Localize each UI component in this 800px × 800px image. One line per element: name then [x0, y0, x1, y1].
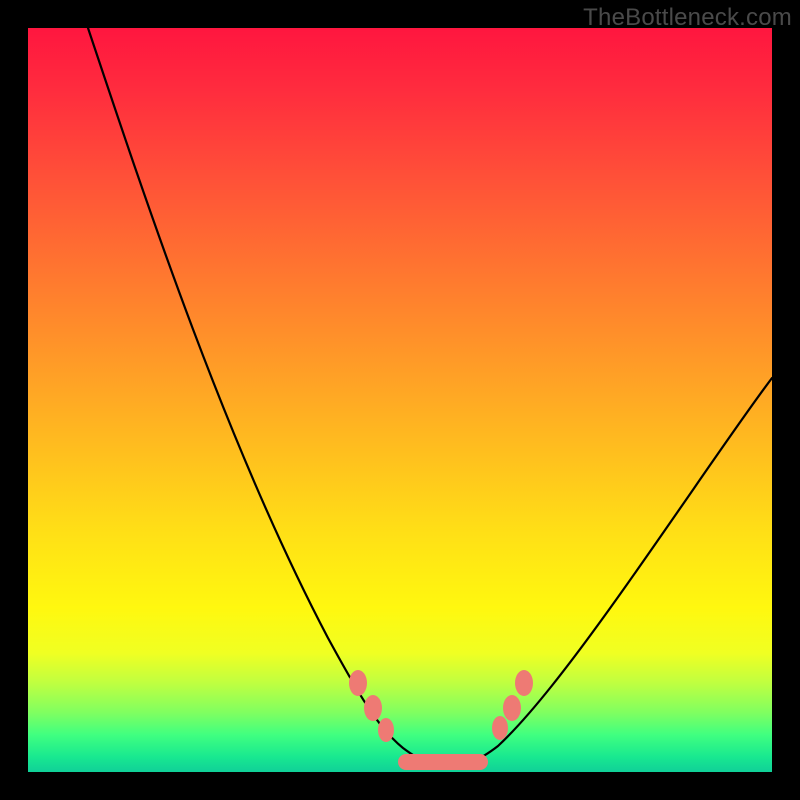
marker-right-3 [515, 670, 533, 696]
marker-right-1 [492, 716, 508, 740]
bottleneck-curve [88, 28, 772, 766]
marker-left-2 [364, 695, 382, 721]
marker-left-3 [378, 718, 394, 742]
marker-left-1 [349, 670, 367, 696]
plot-area [28, 28, 772, 772]
curve-layer [28, 28, 772, 772]
chart-frame: TheBottleneck.com [0, 0, 800, 800]
optimal-range-bar [398, 754, 488, 770]
marker-right-2 [503, 695, 521, 721]
